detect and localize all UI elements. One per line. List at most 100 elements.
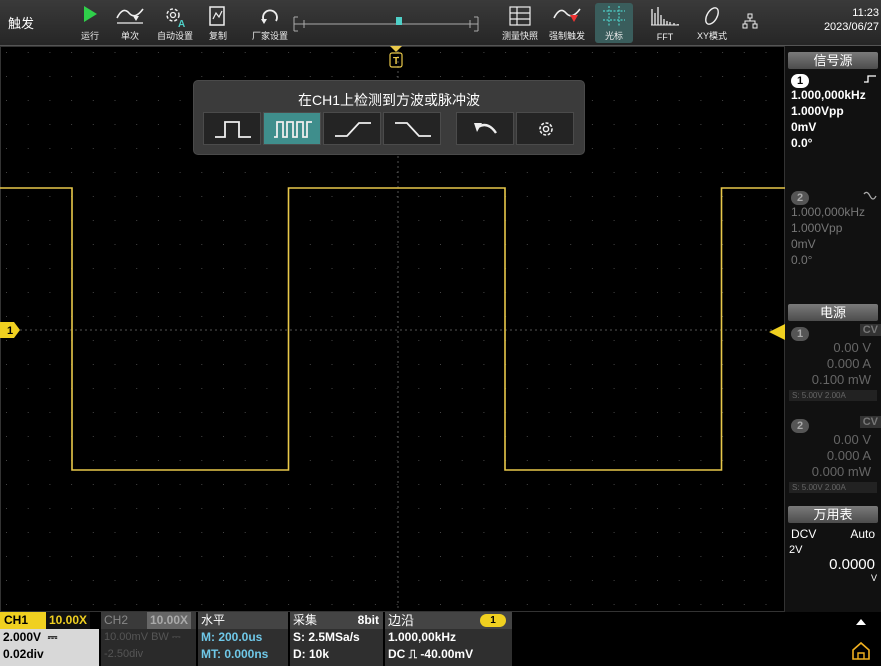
acquire-depth: D: 10k [293, 647, 330, 661]
signal-ch2-offset: 0mV [791, 237, 816, 251]
power-ch1-mode-badge: CV [859, 324, 881, 336]
cursor-icon [603, 6, 625, 26]
trigger-status[interactable]: 边沿 1 1.000,00kHz DC ⎍ -40.00mV [385, 612, 512, 666]
popup-title: 在CH1上检测到方波或脉冲波 [297, 92, 480, 108]
force-trigger-icon [553, 8, 581, 22]
power-ch1-number: 1 [791, 327, 809, 341]
square-wave-icon [864, 75, 876, 83]
trigger-type: 边沿 [388, 613, 415, 628]
cursor-button[interactable]: 光标 [595, 3, 633, 43]
force-trigger-button[interactable]: 强制触发 [544, 3, 590, 43]
ch1-offset: 0.02div [3, 647, 44, 661]
detect-settings-option[interactable] [516, 112, 574, 145]
signal-ch1-phase: 0.0° [791, 136, 813, 150]
ch1-status[interactable]: CH1 10.00X 2.000V ⎓ 0.02div [0, 612, 99, 666]
waveform-detect-popup: 在CH1上检测到方波或脉冲波 [193, 80, 585, 155]
power-ch1-setpoint: S: 5.00V 2.00A [789, 390, 877, 401]
signal-source-ch2-section[interactable]: 2 1.000,000kHz 1.000Vpp 0mV 0.0° [785, 188, 881, 268]
multimeter-unit: V [870, 573, 877, 583]
single-pulse-option[interactable] [203, 112, 261, 145]
signal-ch2-number: 2 [791, 191, 809, 205]
pulse-train-option[interactable] [263, 112, 321, 145]
acquire-bits: 8bit [357, 613, 379, 627]
copy-button[interactable]: 复制 [203, 3, 233, 43]
falling-edge-option[interactable] [383, 112, 441, 145]
multimeter-section[interactable]: 万用表 DCV Auto 2V 0.0000 V [785, 506, 881, 583]
power-ch2-setpoint: S: 5.00V 2.00A [789, 482, 877, 493]
power-title: 电源 [788, 304, 878, 321]
single-pulse-icon [215, 121, 251, 138]
signal-source-ch2-header[interactable]: 2 [785, 188, 881, 205]
ch1-scale: 2.000V [3, 630, 42, 644]
power-ch1-power: 0.100 mW [811, 372, 871, 387]
ch2-coupling: ⎓ [171, 631, 181, 643]
play-icon [84, 6, 97, 22]
run-button[interactable]: 运行 [72, 3, 108, 43]
rising-edge-icon [335, 122, 371, 137]
factory-reset-button[interactable]: 厂家设置 [250, 3, 290, 43]
signal-source-ch1-header[interactable]: 1 [785, 71, 881, 88]
single-icon [116, 8, 144, 24]
horizontal-status[interactable]: 水平 M: 200.0us MT: 0.000ns [198, 612, 288, 666]
power-ch2-current: 0.000 A [826, 448, 871, 463]
svg-text:A: A [178, 19, 185, 29]
measure-snapshot-icon [509, 6, 531, 26]
acquire-title: 采集 [293, 613, 318, 627]
ch2-status[interactable]: CH2 10.00X 10.00mV BW ⎓ -2.50div [101, 612, 196, 666]
power-ch2-power: 0.000 mW [811, 464, 871, 479]
ch1-name: CH1 [0, 612, 46, 629]
factory-reset-icon [261, 9, 278, 24]
clock-date: 2023/06/27 [823, 21, 879, 33]
multimeter-mode[interactable]: DCV [791, 527, 816, 541]
memory-position-bar[interactable] [290, 14, 482, 34]
auto-set-button[interactable]: A 自动设置 [152, 3, 198, 43]
xy-mode-icon [705, 7, 719, 25]
undo-icon [474, 123, 497, 134]
settings-icon [539, 122, 553, 136]
home-icon[interactable] [850, 640, 872, 662]
undo-option[interactable] [456, 112, 514, 145]
chevron-up-icon[interactable] [855, 618, 867, 626]
power-ch1-header[interactable]: 1 CV [785, 324, 881, 341]
power-ch2-header[interactable]: 2 CV [785, 416, 881, 433]
signal-ch1-frequency: 1.000,000kHz [791, 88, 866, 102]
horizontal-main-scale: M: 200.0us [201, 630, 263, 644]
ch1-coupling: ⎓ [47, 630, 58, 644]
signal-ch1-offset: 0mV [791, 120, 817, 134]
trigger-level-marker[interactable] [769, 324, 785, 340]
trigger-source-badge: 1 [480, 614, 506, 627]
ch1-probe: 10.00X [46, 612, 91, 629]
network-icon [742, 13, 758, 29]
multimeter-range[interactable]: Auto [850, 527, 875, 541]
power-supply-section[interactable]: 电源 1 CV 0.00 V 0.000 A 0.100 mW S: 5.00V… [785, 304, 881, 401]
home-area [840, 612, 881, 666]
multimeter-reading: 0.0000 [829, 556, 875, 573]
power-ch1-current: 0.000 A [826, 356, 871, 371]
acquire-status[interactable]: 采集 8bit S: 2.5MSa/s D: 10k [290, 612, 383, 666]
ch1-waveform-trace [0, 187, 785, 471]
fft-button[interactable]: FFT [645, 3, 685, 43]
sine-wave-icon [863, 191, 877, 200]
clock-time: 11:23 [852, 7, 879, 19]
ch1-marker-label: 1 [7, 325, 13, 337]
signal-ch2-phase: 0.0° [791, 253, 813, 267]
bottom-status-bar: CH1 10.00X 2.000V ⎓ 0.02div CH2 10.00X 1… [0, 612, 881, 666]
xy-mode-button[interactable]: XY模式 [692, 3, 732, 43]
single-button[interactable]: 单次 [112, 3, 148, 43]
trigger-position-marker[interactable]: T [389, 46, 403, 68]
horizontal-title: 水平 [198, 612, 288, 629]
signal-ch2-amplitude: 1.000Vpp [791, 221, 843, 235]
signal-ch1-amplitude: 1.000Vpp [791, 104, 844, 118]
ch1-offset-marker[interactable]: 1 [0, 322, 20, 338]
top-toolbar: 触发 运行 单次 A 自动设置 复制 厂家设置 测量快照 强制触发 光标 FFT… [0, 0, 881, 46]
measure-snapshot-button[interactable]: 测量快照 [500, 3, 540, 43]
copy-icon [209, 6, 225, 26]
power-ch2-section[interactable]: 2 CV 0.00 V 0.000 A 0.000 mW S: 5.00V 2.… [785, 416, 881, 493]
trigger-menu-button[interactable]: 触发 [8, 13, 34, 32]
power-ch2-number: 2 [791, 419, 809, 433]
multimeter-scale: 2V [789, 544, 803, 556]
auto-set-icon: A [166, 8, 185, 29]
trigger-position-label: T [393, 56, 399, 67]
rising-edge-option[interactable] [323, 112, 381, 145]
signal-source-section[interactable]: 信号源 1 1.000,000kHz 1.000Vpp 0mV 0.0° [785, 52, 881, 151]
